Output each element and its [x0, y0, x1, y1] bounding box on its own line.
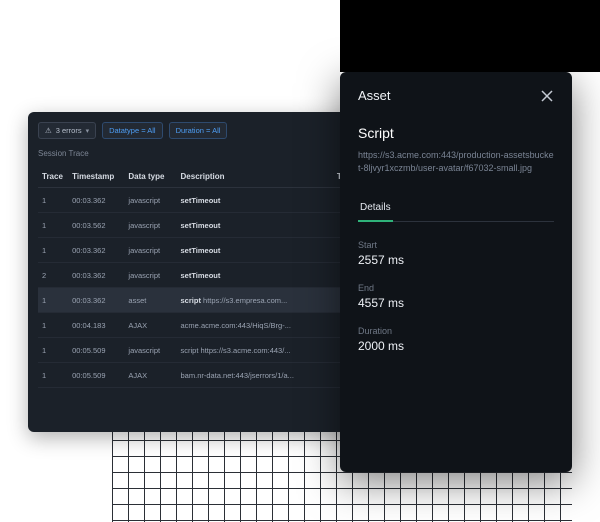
- cell-timestamp: 00:05.509: [68, 338, 124, 363]
- cell-trace: 1: [38, 313, 68, 338]
- cell-timestamp: 00:04.183: [68, 313, 124, 338]
- panel-header: Asset: [358, 88, 554, 103]
- close-button[interactable]: [540, 89, 554, 103]
- duration-filter[interactable]: Duration = All: [169, 122, 228, 139]
- cell-description: setTimeout: [177, 188, 333, 213]
- cell-description: bam.nr-data.net:443/jserrors/1/a...: [177, 363, 333, 388]
- cell-trace: 1: [38, 238, 68, 263]
- col-datatype: Data type: [124, 166, 176, 188]
- end-label: End: [358, 283, 554, 293]
- cell-datatype: javascript: [124, 238, 176, 263]
- cell-trace: 2: [38, 263, 68, 288]
- detail-start: Start 2557 ms: [358, 240, 554, 267]
- cell-timestamp: 00:03.362: [68, 188, 124, 213]
- cell-trace: 1: [38, 338, 68, 363]
- asset-url: https://s3.acme.com:443/production-asset…: [358, 149, 554, 174]
- cell-trace: 1: [38, 213, 68, 238]
- datatype-filter-label: Datatype = All: [109, 126, 156, 135]
- cell-trace: 1: [38, 363, 68, 388]
- detail-duration: Duration 2000 ms: [358, 326, 554, 353]
- col-description: Description: [177, 166, 333, 188]
- cell-description: setTimeout: [177, 263, 333, 288]
- tab-row: Details: [358, 196, 554, 222]
- errors-count: 3 errors: [56, 126, 82, 135]
- cell-trace: 1: [38, 188, 68, 213]
- end-value: 4557 ms: [358, 296, 554, 310]
- cell-datatype: javascript: [124, 188, 176, 213]
- cell-datatype: asset: [124, 288, 176, 313]
- asset-detail-panel: Asset Script https://s3.acme.com:443/pro…: [340, 72, 572, 472]
- cell-timestamp: 00:03.362: [68, 238, 124, 263]
- datatype-filter[interactable]: Datatype = All: [102, 122, 163, 139]
- tab-details[interactable]: Details: [358, 196, 393, 221]
- cell-description: acme.acme.com:443/HiqS/Brg-...: [177, 313, 333, 338]
- col-timestamp: Timestamp: [68, 166, 124, 188]
- asset-kind: Script: [358, 125, 554, 141]
- cell-timestamp: 00:03.562: [68, 213, 124, 238]
- duration-value: 2000 ms: [358, 339, 554, 353]
- cell-datatype: AJAX: [124, 363, 176, 388]
- col-trace: Trace: [38, 166, 68, 188]
- panel-title: Asset: [358, 88, 391, 103]
- cell-datatype: javascript: [124, 213, 176, 238]
- cell-trace: 1: [38, 288, 68, 313]
- cell-description: script https://s3.empresa.com...: [177, 288, 333, 313]
- close-icon: [541, 90, 553, 102]
- cell-description: setTimeout: [177, 213, 333, 238]
- cell-datatype: javascript: [124, 263, 176, 288]
- start-label: Start: [358, 240, 554, 250]
- start-value: 2557 ms: [358, 253, 554, 267]
- detail-end: End 4557 ms: [358, 283, 554, 310]
- warning-icon: ⚠: [45, 126, 52, 135]
- duration-filter-label: Duration = All: [176, 126, 221, 135]
- cell-description: script https://s3.acme.com:443/...: [177, 338, 333, 363]
- cell-datatype: AJAX: [124, 313, 176, 338]
- duration-label: Duration: [358, 326, 554, 336]
- cell-description: setTimeout: [177, 238, 333, 263]
- cell-datatype: javascript: [124, 338, 176, 363]
- decorative-block: [340, 0, 600, 72]
- cell-timestamp: 00:05.509: [68, 363, 124, 388]
- cell-timestamp: 00:03.362: [68, 288, 124, 313]
- errors-filter[interactable]: ⚠ 3 errors ▾: [38, 122, 96, 139]
- cell-timestamp: 00:03.362: [68, 263, 124, 288]
- chevron-down-icon: ▾: [86, 127, 90, 135]
